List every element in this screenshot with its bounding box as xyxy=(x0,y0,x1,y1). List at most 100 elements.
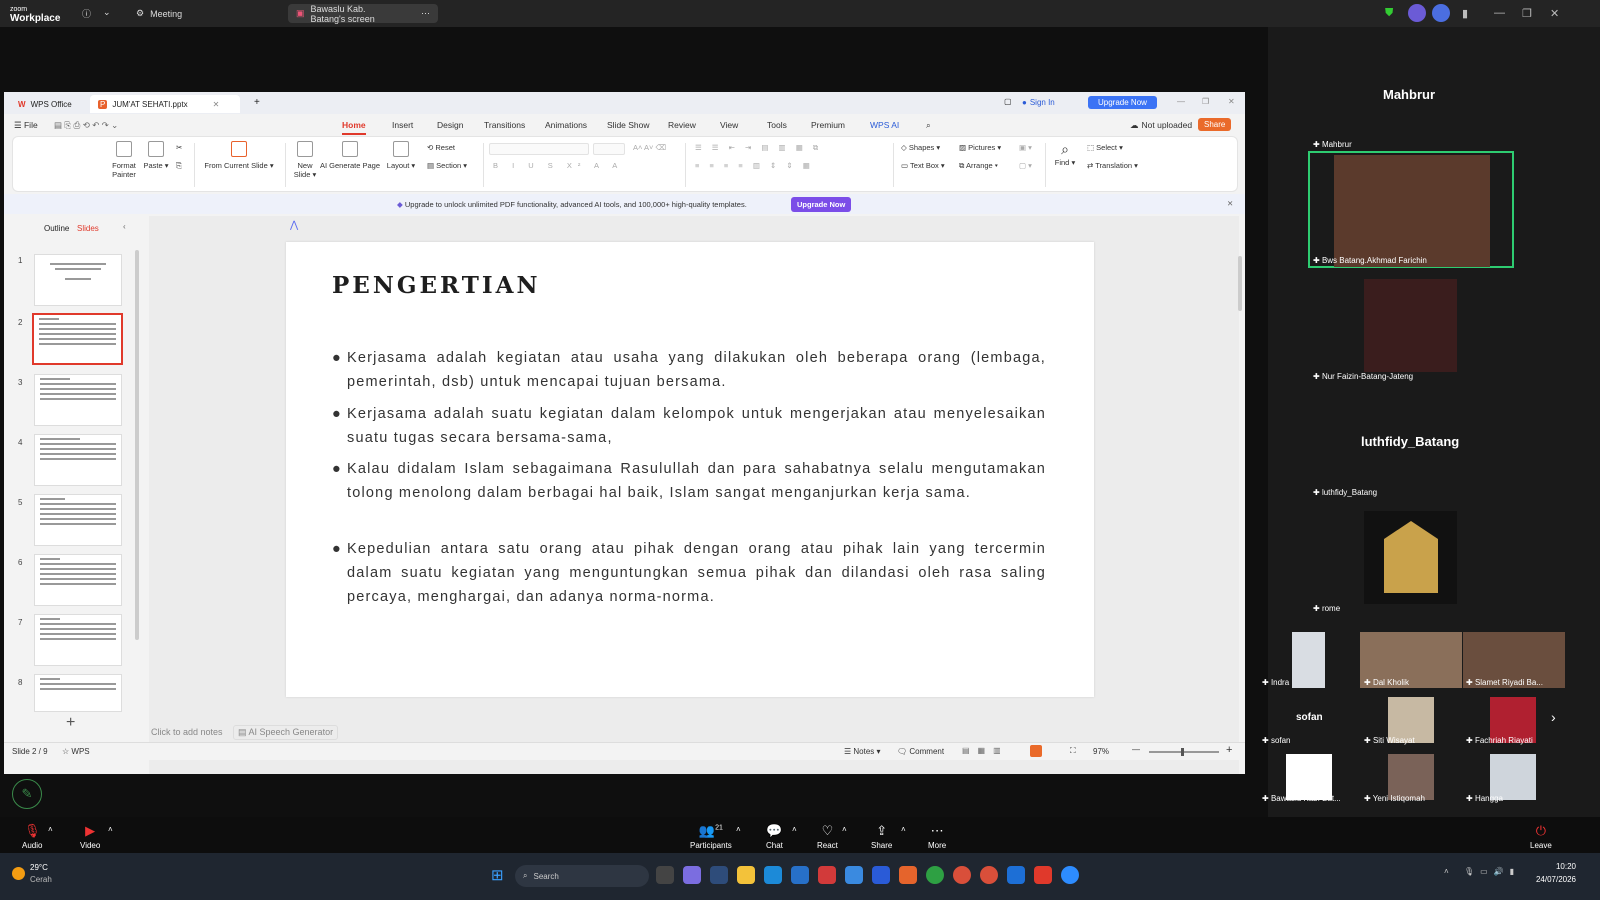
participant-tile[interactable] xyxy=(1292,632,1325,688)
notes-toggle[interactable]: ☰ Notes ▾ xyxy=(844,747,881,756)
font-size-controls[interactable]: A˄ A˅ ⌫ xyxy=(633,143,666,152)
menu-view[interactable]: View xyxy=(720,120,738,130)
edge-icon[interactable] xyxy=(764,866,782,884)
folder-icon[interactable] xyxy=(737,866,755,884)
cut-icon[interactable]: ✂ xyxy=(176,143,182,152)
format-painter-button[interactable]: Format Painter xyxy=(109,141,139,179)
info-icon[interactable]: ⓘ xyxy=(82,7,91,20)
more-button[interactable]: ⋯ More xyxy=(928,823,946,850)
ai-companion-icon[interactable] xyxy=(1432,4,1450,22)
translation-button[interactable]: ⇄ Translation ▾ xyxy=(1087,161,1138,170)
tray-chevron-icon[interactable]: ˄ xyxy=(1444,867,1449,876)
participant-photo[interactable] xyxy=(1364,279,1457,372)
select-button[interactable]: ⬚ Select ▾ xyxy=(1087,143,1123,152)
weather-icon[interactable] xyxy=(12,867,25,880)
from-current-slide-button[interactable]: From Current Slide ▾ xyxy=(201,141,277,170)
close-icon[interactable]: ✕ xyxy=(1227,199,1233,208)
text-box-button[interactable]: ▭ Text Box ▾ xyxy=(901,161,945,170)
not-uploaded-status[interactable]: ☁ Not uploaded xyxy=(1130,120,1192,131)
window-icon[interactable]: ▢ xyxy=(1004,97,1012,106)
copilot-icon[interactable] xyxy=(683,866,701,884)
chevron-up-icon[interactable]: ˄ xyxy=(901,825,906,834)
task-view-icon[interactable] xyxy=(656,866,674,884)
zoom-slider[interactable] xyxy=(1149,748,1219,756)
tab-document[interactable]: P JUM'AT SEHATI.pptx ✕ xyxy=(90,95,240,113)
view-mode-buttons[interactable]: ▤▦▥ xyxy=(962,746,1009,755)
reset-button[interactable]: ⟲ Reset xyxy=(427,143,455,152)
slide-thumbnail-4[interactable] xyxy=(34,434,122,486)
close-icon[interactable]: ✕ xyxy=(1550,7,1559,20)
slide-bullet-2[interactable]: ● Kerjasama adalah suatu kegiatan dalam k… xyxy=(332,402,1046,450)
chrome-icon[interactable] xyxy=(926,866,944,884)
sign-in-button[interactable]: ● Sign In xyxy=(1022,98,1055,107)
find-button[interactable]: ⌕ Find ▾ xyxy=(1051,141,1079,167)
menu-slide-show[interactable]: Slide Show xyxy=(607,120,650,130)
active-speaker-tile[interactable] xyxy=(1308,151,1514,268)
participant-photo[interactable] xyxy=(1364,511,1457,604)
font-name-select[interactable] xyxy=(489,143,589,155)
comment-toggle[interactable]: 🗨 Comment xyxy=(897,747,944,756)
chat-button[interactable]: 💬 Chat xyxy=(766,823,783,850)
start-icon[interactable]: ⊞ xyxy=(491,866,504,884)
app-icon[interactable] xyxy=(1007,866,1025,884)
ai-speech-button[interactable]: ▤ AI Speech Generator xyxy=(233,725,339,740)
slide-thumbnail-3[interactable] xyxy=(34,374,122,426)
menu-design[interactable]: Design xyxy=(437,120,463,130)
play-slideshow-button[interactable] xyxy=(1030,745,1042,757)
tray-icons[interactable]: 🎙▭🔊▮ xyxy=(1464,867,1520,876)
maximize-icon[interactable]: ❐ xyxy=(1522,7,1532,20)
chevron-up-icon[interactable]: ˄ xyxy=(736,825,741,834)
store-icon[interactable] xyxy=(791,866,809,884)
panel-icon[interactable]: ▮ xyxy=(1462,7,1468,20)
tab-shared-screen[interactable]: ▣ Bawaslu Kab. Batang's screen ⋯ xyxy=(288,4,438,24)
outline-icon[interactable]: ▢ ▾ xyxy=(1019,161,1032,170)
font-size-select[interactable] xyxy=(593,143,625,155)
avatar[interactable] xyxy=(1408,4,1426,22)
menu-review[interactable]: Review xyxy=(668,120,696,130)
fill-icon[interactable]: ▣ ▾ xyxy=(1019,143,1032,152)
minimize-icon[interactable]: — xyxy=(1177,97,1185,106)
search-icon[interactable]: ⌕ xyxy=(926,120,931,131)
menu-tools[interactable]: Tools xyxy=(767,120,787,130)
menu-insert[interactable]: Insert xyxy=(392,120,413,130)
leave-button[interactable]: ⏻ Leave xyxy=(1530,823,1552,850)
chevron-up-icon[interactable]: ˄ xyxy=(48,825,53,834)
tab-meeting[interactable]: ⚙ Meeting xyxy=(128,4,190,23)
zoom-out-icon[interactable]: — xyxy=(1132,745,1140,754)
add-tab-icon[interactable]: + xyxy=(254,97,260,108)
notes-input[interactable]: Click to add notes xyxy=(151,727,223,737)
tab-wps-office[interactable]: W WPS Office xyxy=(10,95,80,113)
menu-transitions[interactable]: Transitions xyxy=(484,120,525,130)
slide-thumbnail-6[interactable] xyxy=(34,554,122,606)
wps-icon[interactable] xyxy=(1034,866,1052,884)
banner-upgrade-button[interactable]: Upgrade Now xyxy=(791,197,852,212)
layout-button[interactable]: Layout ▾ xyxy=(385,141,417,170)
quick-access-icons[interactable]: ▤ ⎘ ⎙ ⟲ ↶ ↷ ⌄ xyxy=(54,120,118,131)
react-button[interactable]: ♡ React xyxy=(817,823,838,850)
copy-icon[interactable]: ⎘ xyxy=(176,161,182,171)
file-menu[interactable]: ☰ File xyxy=(14,120,38,131)
slide-thumbnail-5[interactable] xyxy=(34,494,122,546)
slide-thumbnail-1[interactable] xyxy=(34,254,122,306)
chevron-up-icon[interactable]: ˄ xyxy=(108,825,113,834)
ai-icon[interactable]: ⋀ xyxy=(290,220,298,231)
slide-bullet-4[interactable]: ● Kepedulian antara satu orang atau pihak… xyxy=(332,537,1046,609)
zoom-in-icon[interactable]: + xyxy=(1226,744,1232,756)
share-button[interactable]: Share xyxy=(1198,118,1232,131)
zoom-level[interactable]: 97% xyxy=(1093,747,1109,756)
zoom-icon[interactable] xyxy=(1061,866,1079,884)
paragraph-buttons[interactable]: ☰ ☰ ⇤ ⇥ ▤ ▥ ▦ ⧉ xyxy=(695,143,822,153)
tab-slides[interactable]: Slides xyxy=(77,224,99,233)
app-icon[interactable] xyxy=(872,866,890,884)
arrange-button[interactable]: ⧉ Arrange ▾ xyxy=(959,161,998,171)
slide-thumbnail-7[interactable] xyxy=(34,614,122,666)
menu-animations[interactable]: Animations xyxy=(545,120,587,130)
audio-button[interactable]: 🎙 Audio xyxy=(22,823,42,850)
new-slide-button[interactable]: New Slide ▾ xyxy=(291,141,319,179)
chrome-icon[interactable] xyxy=(953,866,971,884)
panel-scrollbar[interactable] xyxy=(135,250,139,640)
align-buttons[interactable]: ≡ ≡ ≡ ≡ ▥ ⇕ ⇕ ▦ xyxy=(695,161,814,170)
tab-outline[interactable]: Outline xyxy=(44,224,69,233)
chrome-icon[interactable] xyxy=(980,866,998,884)
minimize-icon[interactable]: — xyxy=(1494,7,1505,19)
